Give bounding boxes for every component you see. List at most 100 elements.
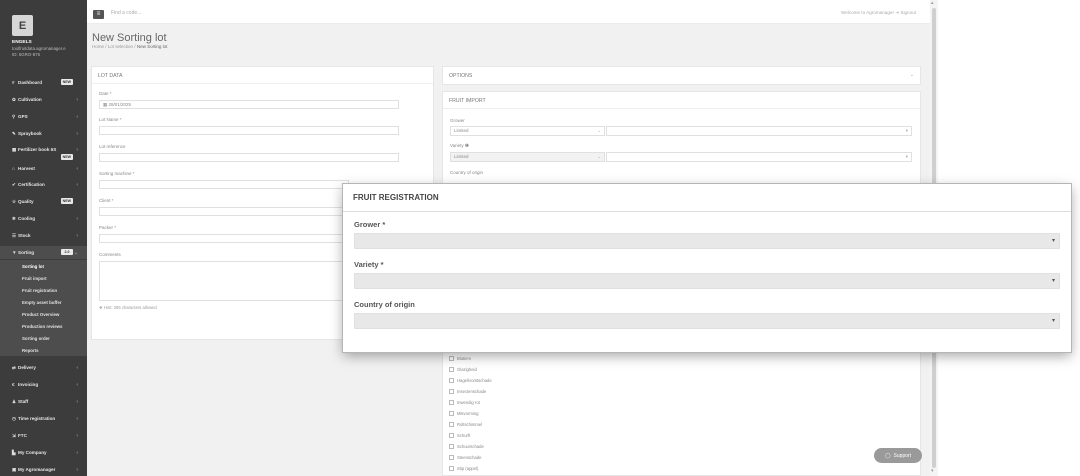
chevron-left-icon: ‹ [76,232,78,239]
chevron-left-icon: ‹ [76,432,78,439]
sidebar-subitem-sorting-order[interactable]: Sorting order [0,332,87,344]
defect-checkbox[interactable]: Blutiem [449,354,471,363]
sidebar-item-staff[interactable]: ♟ Staff ‹ [0,395,87,408]
sidebar-item-stock[interactable]: ☰ Stock ‹ [0,229,87,242]
defect-checkbox[interactable]: Hagel/vorstschade [449,376,492,385]
welcome-text: Welcome to Agromanager [840,10,894,15]
comments-label: Comments [99,252,121,257]
chevron-left-icon: ‹ [76,96,78,103]
sidebar-item-my-agromanager[interactable]: ▣ My Agromanager ‹ [0,463,87,476]
sidebar-item-cooling[interactable]: ❄ Cooling ‹ [0,212,87,225]
scroll-down-icon[interactable]: ▾ [931,468,934,474]
modal-title: FRUIT REGISTRATION [343,184,1071,212]
sidebar-item-invoicing[interactable]: € Invoicing ‹ [0,378,87,391]
breadcrumb-home[interactable]: Home [92,44,104,49]
client-label: Client * [99,198,114,203]
sidebar-item-spraybook[interactable]: ✎ Spraybook ‹ [0,127,87,140]
sidebar-subitem-product-overview[interactable]: Product Overview [0,308,87,320]
sidebar-item-delivery[interactable]: ⇄ Delivery ‹ [0,361,87,374]
checkbox-icon [449,444,454,449]
fruit-registration-modal: FRUIT REGISTRATION Grower * ▾ Variety * … [343,184,1071,352]
checkbox-icon [449,466,454,471]
comments-textarea[interactable] [99,261,349,301]
defect-checkbox[interactable]: Insectenschade [449,387,486,396]
chevron-left-icon: ‹ [76,215,78,222]
lot-reference-label: Lot reference [99,144,126,149]
lot-name-field[interactable] [99,126,399,135]
import-grower-mode-select[interactable]: Limited ⌄ [450,126,605,136]
sidebar-item-certification[interactable]: ✔ Certification ‹ [0,178,87,191]
sidebar-item-sorting[interactable]: ▼ Sorting 2.0 ⌄ [0,246,87,259]
sidebar-subitem-sorting-lot[interactable]: Sorting lot [0,260,87,272]
sorting-machine-select[interactable] [99,180,349,189]
lot-data-header: LOT DATA [92,67,433,84]
scroll-up-icon[interactable]: ▴ [931,0,934,6]
checkbox-icon [449,367,454,372]
version-badge: 2.0 [61,249,73,255]
defect-checkbox[interactable]: Misvorming [449,409,478,418]
chevron-left-icon: ‹ [76,113,78,120]
sidebar-subitem-fruit-registration[interactable]: Fruit registration [0,284,87,296]
sidebar-item-quality[interactable]: ☆ Quality NEW [0,195,87,208]
defect-checkbox[interactable]: Stip (appel) [449,464,478,473]
sidebar-subitem-fruit-import[interactable]: Fruit import [0,272,87,284]
modal-grower-select[interactable]: ▾ [354,233,1060,249]
sidebar-item-my-company[interactable]: ▙ My Company ‹ [0,446,87,459]
sidebar: E ENGELS toolfruitdata.agromanager.e ID:… [0,0,87,476]
checkbox-icon [449,378,454,383]
modal-country-select[interactable]: ▾ [354,313,1060,329]
options-panel[interactable]: OPTIONS ⌄ [442,66,921,85]
defect-checkbox[interactable]: Schurft [449,431,470,440]
checkbox-icon [449,433,454,438]
checkbox-icon [449,356,454,361]
sidebar-subitem-empty-asset-buffer[interactable]: Empty asset buffer [0,296,87,308]
topbar: ≡ Find a code... Welcome to Agromanager … [87,0,930,24]
chevron-left-icon: ‹ [76,130,78,137]
signout-link[interactable]: Signout [900,10,916,15]
chevron-down-icon: ⌄ [909,72,914,78]
chevron-left-icon: ‹ [76,381,78,388]
support-button[interactable]: ◯ Support [874,448,922,463]
sidebar-item-ftc[interactable]: ⇲ FTC ‹ [0,429,87,442]
page-title: New Sorting lot [92,32,167,44]
sidebar-item-time-registration[interactable]: ◷ Time registration ‹ [0,412,87,425]
chevron-left-icon: ‹ [76,415,78,422]
sidebar-item-fertilizer[interactable]: ▦ Fertilizer book 6S ‹ NEW [0,144,87,162]
modal-variety-select[interactable]: ▾ [354,273,1060,289]
app-logo[interactable]: E [12,15,33,36]
import-variety-select[interactable]: ▾ [606,152,912,162]
sidebar-subitem-reports[interactable]: Reports [0,344,87,356]
breadcrumb-lot-selection[interactable]: Lot selection [108,44,133,49]
defect-checkbox[interactable]: Roltschimmel [449,420,482,429]
checkbox-icon [449,411,454,416]
breadcrumb-current: New Sorting lot [136,44,168,49]
sidebar-item-cultivation[interactable]: ✿ Cultivation ‹ [0,93,87,106]
defect-checkbox[interactable]: Inwendig rot [449,398,480,407]
chevron-down-icon: ⌄ [597,154,601,159]
sidebar-subitem-production-reviews[interactable]: Production reviews [0,320,87,332]
import-grower-select[interactable]: ▾ [606,126,912,136]
user-info: ENGELS toolfruitdata.agromanager.e ID: 6… [12,40,82,58]
defect-checkbox[interactable]: Glazigheid [449,365,477,374]
sidebar-item-gps[interactable]: ⚲ GPS ‹ [0,110,87,123]
defect-checkbox[interactable]: Steenschade [449,453,481,462]
checkbox-icon [449,455,454,460]
lot-reference-field[interactable] [99,153,399,162]
sidebar-item-harvest[interactable]: ⌂ Harvest ‹ [0,162,87,175]
client-select[interactable] [99,207,349,216]
packer-select[interactable] [99,234,349,243]
chevron-left-icon: ‹ [76,364,78,371]
chevron-left-icon: ‹ [76,165,78,172]
caret-down-icon: ▾ [1051,238,1055,244]
breadcrumb: Home / Lot selection / New Sorting lot [92,44,168,49]
date-field[interactable]: ▦ 28/01/2025 [99,100,399,109]
new-badge: NEW [60,198,73,204]
import-variety-mode-select[interactable]: Limited ⌄ [450,152,605,162]
chevron-down-icon: ⌄ [73,249,78,256]
sidebar-item-dashboard[interactable]: # Dashboard NEW [0,76,87,89]
date-label: Date * [99,91,112,96]
menu-toggle-icon[interactable]: ≡ [93,10,104,19]
defect-checkbox[interactable]: Schuurschade [449,442,484,451]
find-code-input[interactable]: Find a code... [111,10,141,16]
modal-variety-label: Variety * [354,260,384,269]
